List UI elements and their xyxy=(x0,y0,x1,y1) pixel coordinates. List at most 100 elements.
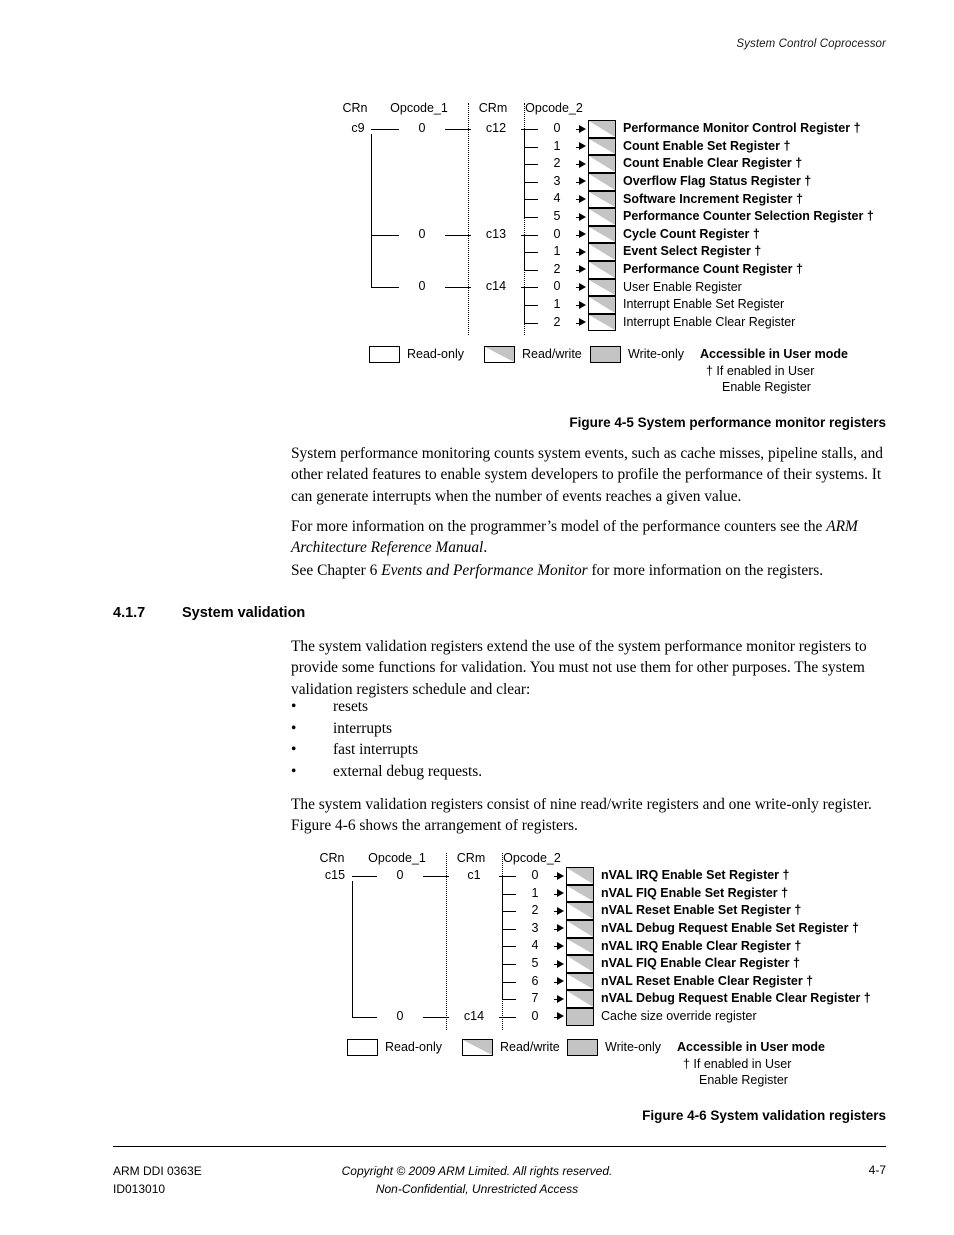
legend-dagger-note-line2: Enable Register xyxy=(722,380,811,394)
bullet-label: resets xyxy=(333,698,369,715)
register-box-rw xyxy=(588,225,616,244)
crn-trunk-line xyxy=(352,876,353,1017)
paragraph-see-chapter: See Chapter 6 Events and Performance Mon… xyxy=(291,560,891,581)
register-box-rw xyxy=(566,884,594,903)
running-header: System Control Coprocessor xyxy=(736,38,886,50)
legend-label-read-only: Read-only xyxy=(407,347,464,361)
register-label: Performance Counter Selection Register † xyxy=(623,209,874,224)
footer-copyright: Copyright © 2009 ARM Limited. All rights… xyxy=(341,1164,613,1178)
opcode2-value: 5 xyxy=(516,957,554,969)
group-1-opcode1-value: 0 xyxy=(399,227,445,240)
bullet-item-3: • external debug requests. xyxy=(291,761,891,782)
register-label: nVAL IRQ Enable Set Register † xyxy=(601,868,790,883)
bullet-marker: • xyxy=(291,741,297,758)
bullet-label: external debug requests. xyxy=(333,763,483,780)
legend-label-write-only: Write-only xyxy=(628,347,685,361)
opcode2-value: 2 xyxy=(538,157,576,169)
register-box-rw xyxy=(588,173,616,191)
opcode2-value: 3 xyxy=(516,922,554,934)
register-label: nVAL FIQ Enable Clear Register † xyxy=(601,956,800,971)
group-0-opcode1-value: 0 xyxy=(399,122,445,134)
register-box-rw xyxy=(566,867,594,885)
arrow-head-icon xyxy=(579,318,586,327)
paragraph-more-information: For more information on the programmer’s… xyxy=(291,516,891,559)
arrow-head-icon xyxy=(557,1012,564,1021)
register-box-rw xyxy=(566,920,594,938)
legend-swatch-read-write xyxy=(462,1039,493,1056)
figure-caption: Figure 4-6 System validation registers xyxy=(642,1108,886,1123)
register-box-rw xyxy=(588,243,616,261)
register-label: Software Increment Register † xyxy=(623,191,803,206)
register-box-rw xyxy=(566,990,594,1008)
section-title: System validation xyxy=(182,605,306,621)
bullet-item-1: • interrupts xyxy=(291,718,891,739)
opcode2-value: 1 xyxy=(516,886,554,899)
register-label: nVAL Reset Enable Clear Register † xyxy=(601,973,814,988)
register-label: nVAL Debug Request Enable Clear Register… xyxy=(601,991,871,1006)
arrow-head-icon xyxy=(579,300,586,309)
arrow-head-icon xyxy=(579,265,586,274)
para3-pre: See Chapter 6 xyxy=(291,562,382,579)
arrow-head-icon xyxy=(557,977,564,986)
group-0-crm-value: c12 xyxy=(471,122,521,134)
opcode2-value: 0 xyxy=(516,1010,554,1022)
register-label: Event Select Register † xyxy=(623,244,762,259)
bullet-item-2: • fast interrupts xyxy=(291,739,891,760)
para3-post: for more information on the registers. xyxy=(587,562,824,579)
register-box-rw xyxy=(588,296,616,314)
group-2-opcode1-value: 0 xyxy=(399,280,445,293)
arrow-head-icon xyxy=(579,230,586,239)
register-label: nVAL FIQ Enable Set Register † xyxy=(601,885,789,900)
legend-dagger-note-line1: † If enabled in User xyxy=(706,364,815,378)
crn-trunk-line xyxy=(371,129,372,288)
bullet-label: fast interrupts xyxy=(333,741,419,758)
legend-swatch-read-only xyxy=(369,346,400,363)
arrow-head-icon xyxy=(579,142,586,151)
opcode2-value: 7 xyxy=(516,992,554,1004)
group-2-crm-value: c14 xyxy=(471,280,521,293)
arrow-head-icon xyxy=(579,247,586,256)
arrow-head-icon xyxy=(579,159,586,168)
arrow-head-icon xyxy=(557,924,564,933)
bullet-item-0: • resets xyxy=(291,696,891,717)
arrow-head-icon xyxy=(579,194,586,203)
register-label: Performance Count Register † xyxy=(623,262,803,276)
opcode2-value: 4 xyxy=(516,939,554,952)
opcode2-value: 2 xyxy=(538,263,576,275)
opcode2-value: 0 xyxy=(538,227,576,240)
opcode2-value: 2 xyxy=(538,315,576,328)
register-box-rw xyxy=(588,190,616,209)
footer-confidentiality: Non-Confidential, Unrestricted Access xyxy=(375,1182,579,1196)
arrow-head-icon xyxy=(557,941,564,950)
opcode2-value: 3 xyxy=(538,175,576,187)
register-box-rw xyxy=(588,120,616,138)
legend-swatch-read-only xyxy=(347,1039,378,1056)
legend-label-read-write: Read/write xyxy=(522,347,582,361)
register-label: nVAL Debug Request Enable Set Register † xyxy=(601,921,859,935)
arrow-head-icon xyxy=(557,994,564,1003)
arrow-head-icon xyxy=(579,282,586,291)
register-box-rw xyxy=(566,955,594,973)
register-label: Interrupt Enable Clear Register xyxy=(623,314,796,329)
footer-divider xyxy=(113,1146,886,1147)
para2-post: . xyxy=(483,539,488,557)
register-box-rw xyxy=(588,155,616,173)
opcode2-value: 6 xyxy=(516,974,554,987)
arrow-head-icon xyxy=(557,871,564,880)
opcode2-value: 0 xyxy=(516,869,554,881)
register-box-rw xyxy=(588,137,616,156)
arrow-head-icon xyxy=(557,959,564,968)
register-label: Overflow Flag Status Register † xyxy=(623,174,812,188)
register-label: nVAL Reset Enable Set Register † xyxy=(601,903,802,918)
legend-user-mode-heading: Accessible in User mode xyxy=(700,347,848,361)
register-label: nVAL IRQ Enable Clear Register † xyxy=(601,938,802,953)
group-0-crm-value: c1 xyxy=(449,869,499,881)
legend-label-write-only: Write-only xyxy=(605,1040,662,1054)
opcode2-value: 1 xyxy=(538,298,576,310)
para3-emphasis: Events and Performance Monitor xyxy=(381,562,588,579)
paragraph-validation-registers: The system validation registers extend t… xyxy=(291,638,867,698)
col-head-opcode2: Opcode_2 xyxy=(503,851,561,865)
col-head-opcode2: Opcode_2 xyxy=(525,101,583,115)
arrow-head-icon xyxy=(579,177,586,186)
group-0-branch-line xyxy=(524,129,525,217)
